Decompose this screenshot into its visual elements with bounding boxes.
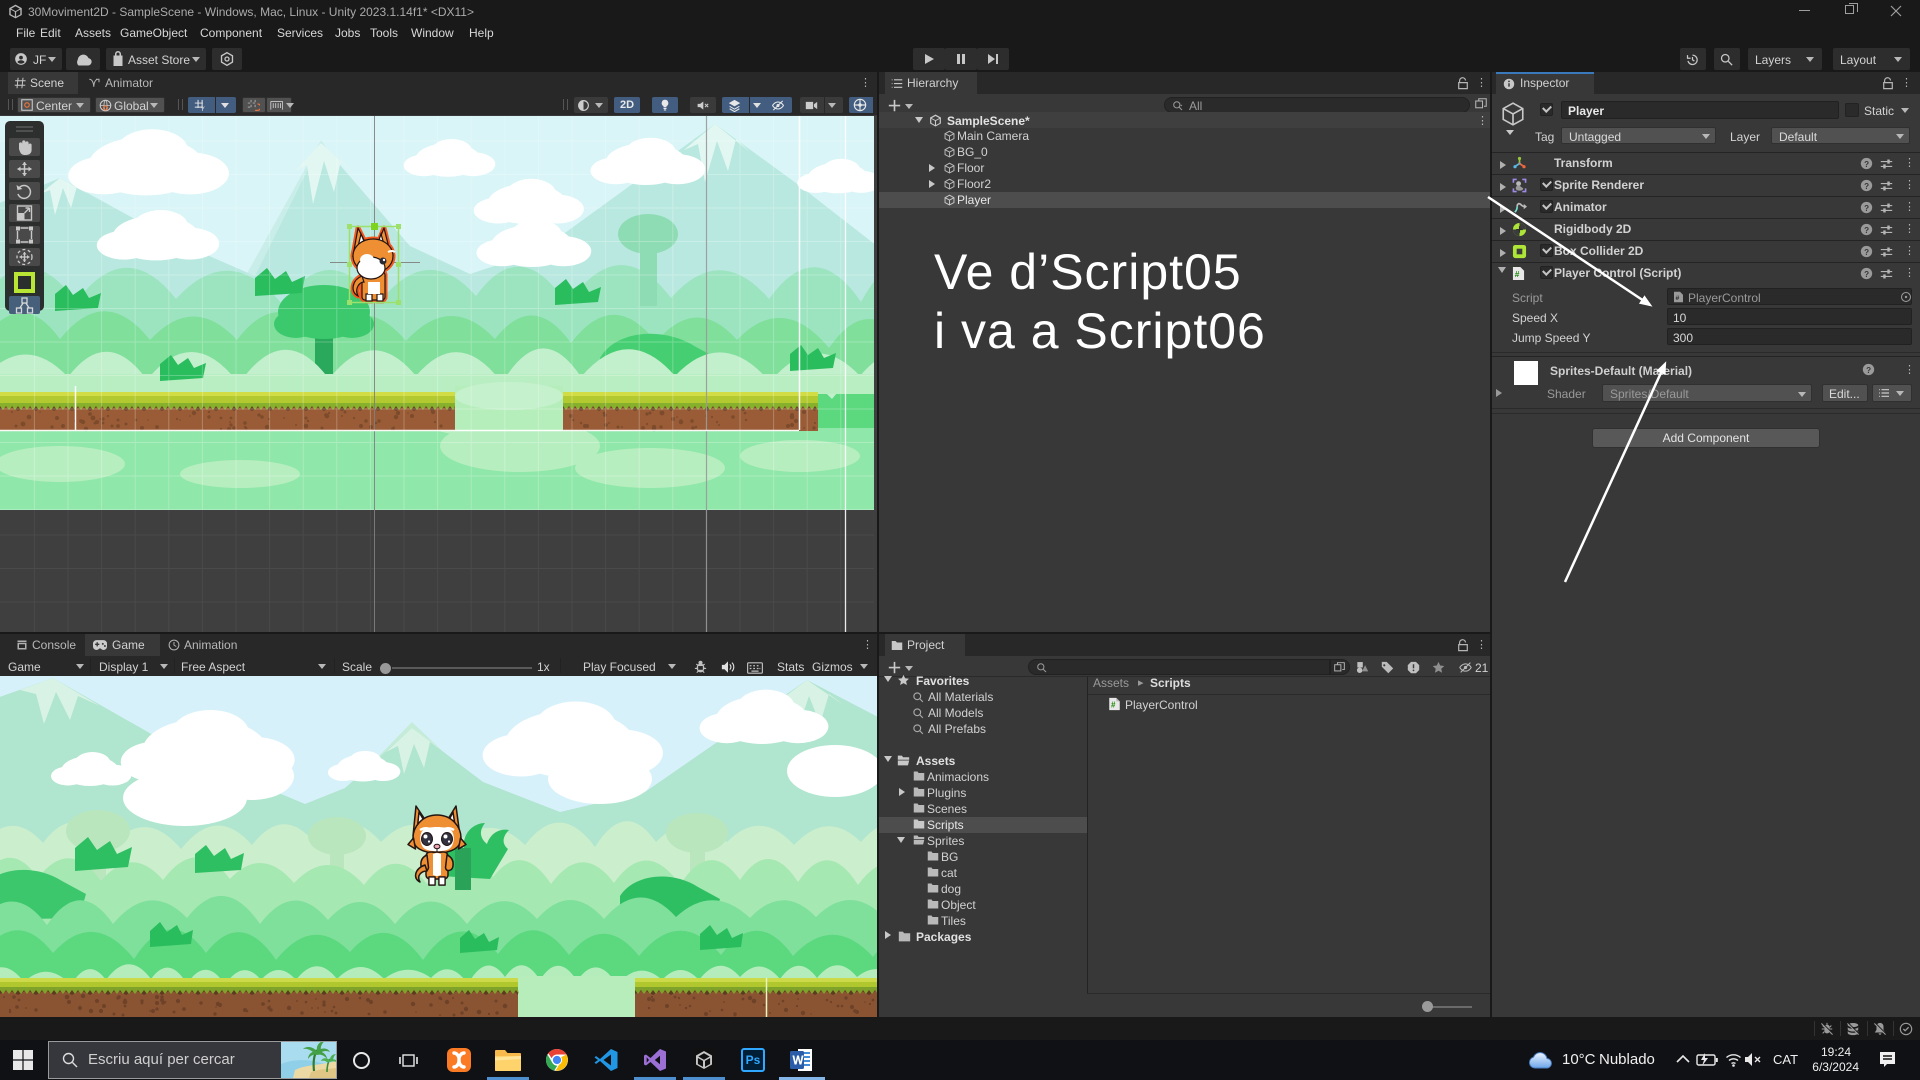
svg-text:Y: Y bbox=[201, 106, 206, 112]
svg-text:?: ? bbox=[1864, 204, 1869, 213]
svg-text:?: ? bbox=[1864, 270, 1869, 279]
svg-text:?: ? bbox=[1864, 182, 1869, 191]
svg-text:?: ? bbox=[1864, 248, 1869, 257]
svg-text:?: ? bbox=[1864, 160, 1869, 169]
svg-text:#: # bbox=[1111, 701, 1116, 710]
svg-text:?: ? bbox=[1864, 226, 1869, 235]
svg-text:?: ? bbox=[1866, 366, 1871, 375]
